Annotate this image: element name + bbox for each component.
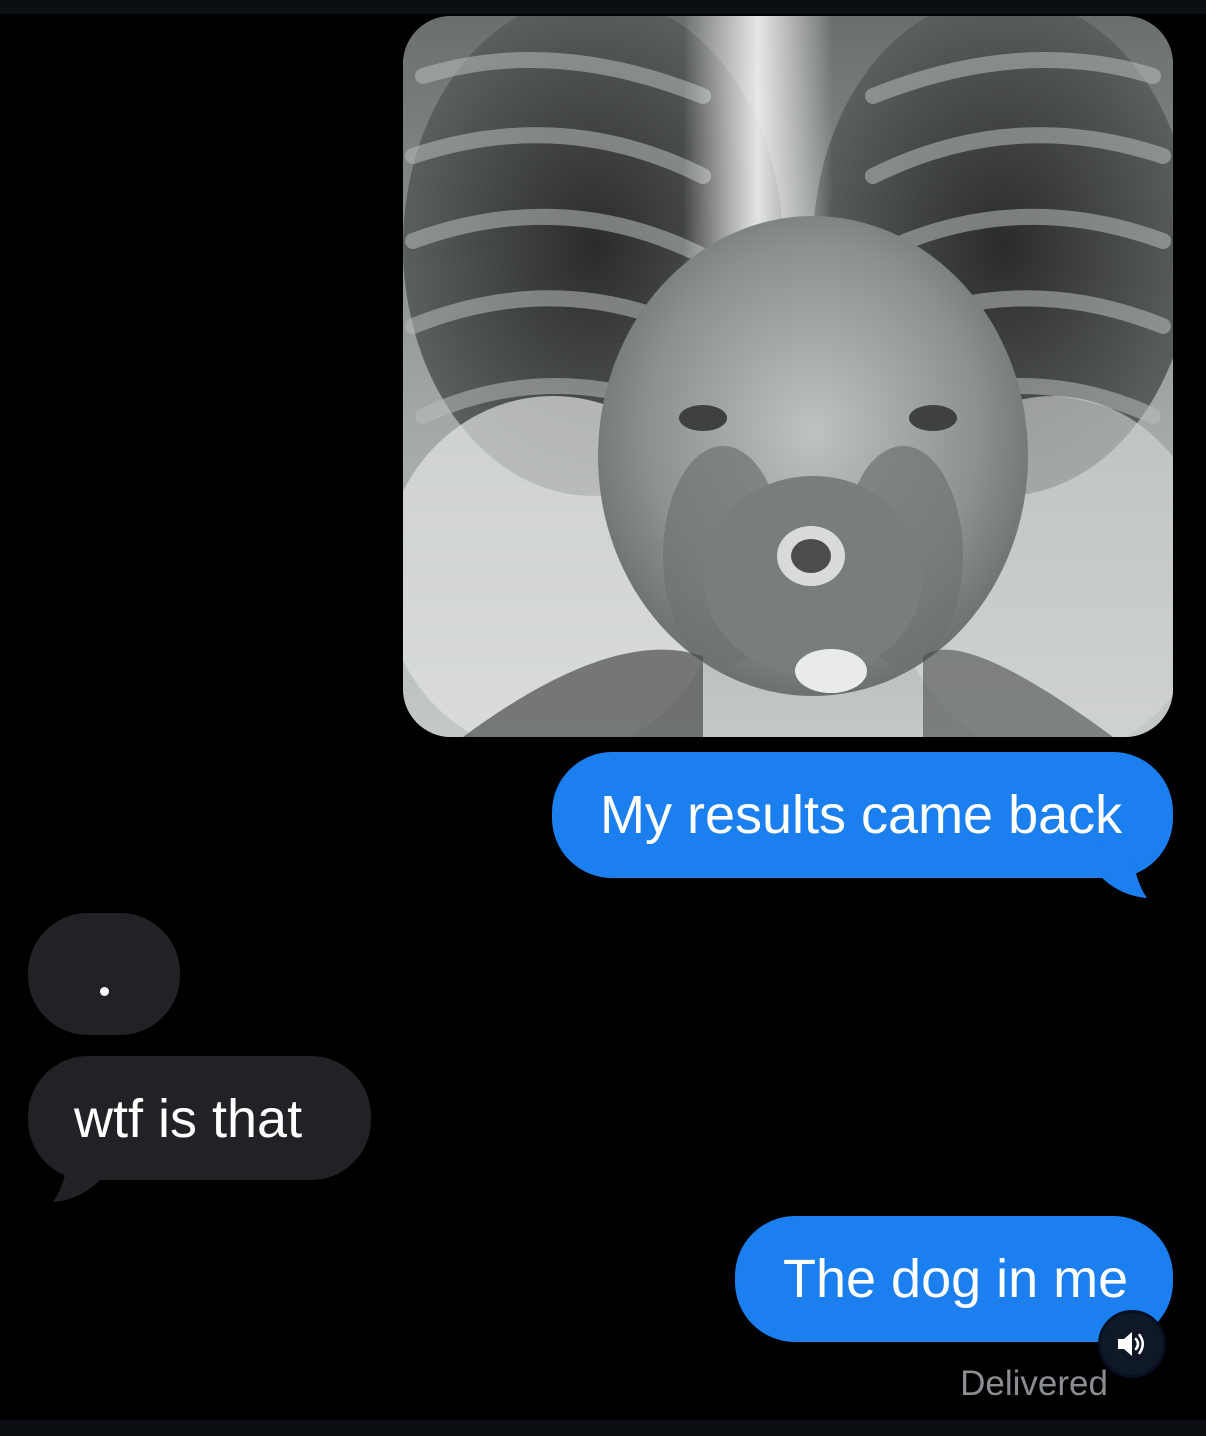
outgoing-message-bubble[interactable]: My results came back	[552, 752, 1173, 878]
message-text: wtf is that	[74, 1089, 303, 1149]
message-text: My results came back	[600, 785, 1123, 845]
incoming-message-bubble[interactable]	[28, 913, 180, 1035]
speaker-icon	[1118, 1332, 1145, 1356]
xray-image	[403, 16, 1173, 737]
top-divider	[0, 0, 1206, 14]
message-text: The dog in me	[783, 1249, 1129, 1309]
xray-photo-attachment[interactable]	[403, 16, 1173, 737]
delivery-status: Delivered	[960, 1364, 1108, 1403]
outgoing-bubble-tail	[1100, 840, 1147, 898]
bottom-divider	[0, 1420, 1206, 1436]
message-text-dot: .	[100, 987, 109, 996]
incoming-bubble-tail	[53, 1148, 100, 1202]
speak-message-button[interactable]	[1098, 1310, 1166, 1378]
